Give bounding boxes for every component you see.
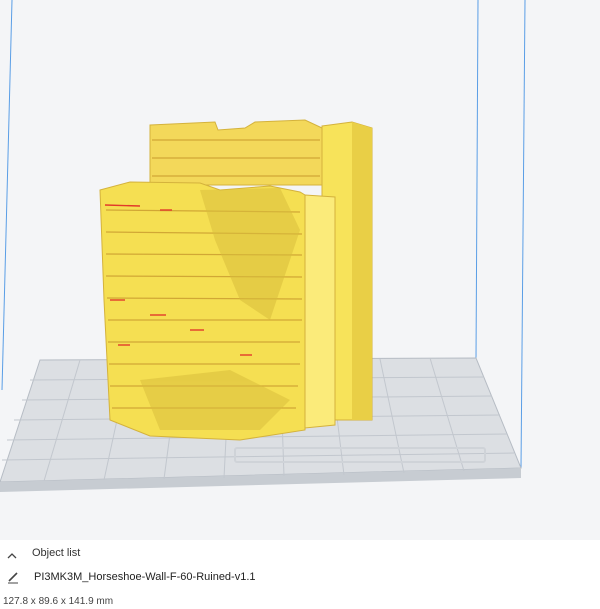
3d-model[interactable] xyxy=(99,119,373,441)
object-name: PI3MK3M_Horseshoe-Wall-F-60-Ruined-v1.1 xyxy=(34,571,256,583)
pencil-icon[interactable] xyxy=(6,570,20,584)
object-dimensions: 127.8 x 89.6 x 141.9 mm xyxy=(3,596,114,607)
object-panel: Object list PI3MK3M_Horseshoe-Wall-F-60-… xyxy=(0,540,600,609)
object-list-label: Object list xyxy=(32,547,81,559)
build-volume-edge-right xyxy=(520,0,526,469)
build-volume-edge-left xyxy=(1,0,13,391)
3d-viewport[interactable] xyxy=(0,0,600,540)
object-list-toggle[interactable]: Object list xyxy=(6,547,80,559)
build-volume-edge-back-right xyxy=(475,0,479,361)
chevron-up-icon[interactable] xyxy=(6,548,18,559)
object-name-row[interactable]: PI3MK3M_Horseshoe-Wall-F-60-Ruined-v1.1 xyxy=(6,570,256,584)
